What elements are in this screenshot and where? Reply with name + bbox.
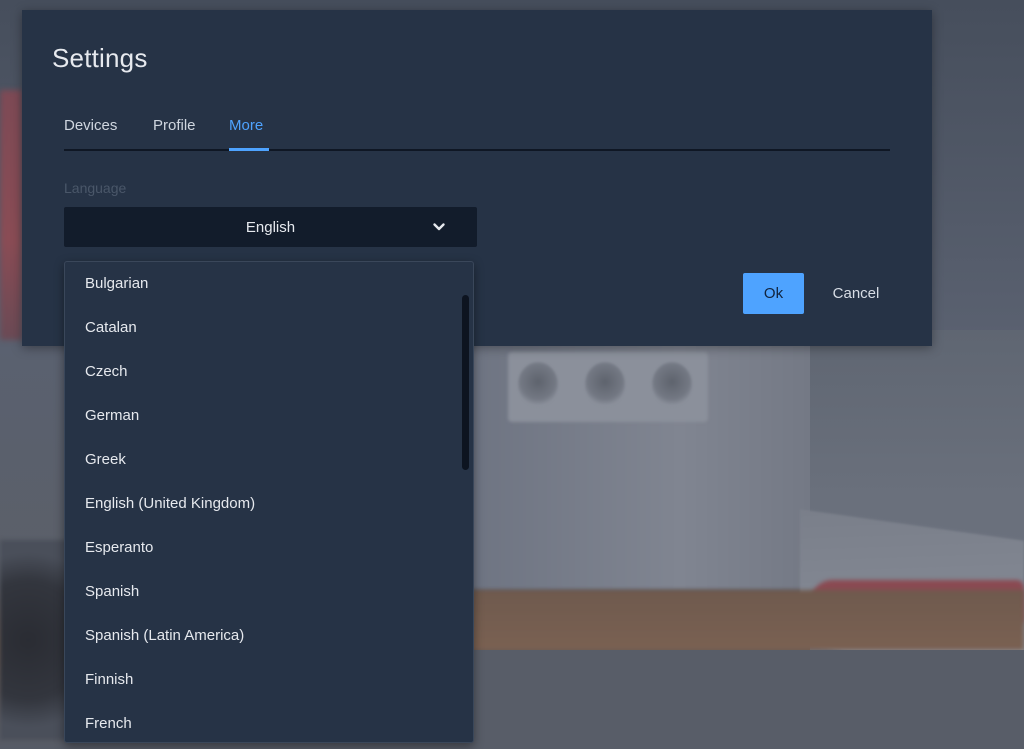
language-option-catalan[interactable]: Catalan <box>85 306 445 350</box>
background-blur-left <box>0 90 22 340</box>
language-option-esperanto[interactable]: Esperanto <box>85 526 445 570</box>
tab-more[interactable]: More <box>229 117 263 143</box>
language-option-bulgarian[interactable]: Bulgarian <box>85 262 445 306</box>
active-tab-indicator <box>229 148 269 151</box>
language-option-english-uk[interactable]: English (United Kingdom) <box>85 482 445 526</box>
background-outlet <box>518 362 558 406</box>
ok-button[interactable]: Ok <box>743 273 804 314</box>
language-option-spanish[interactable]: Spanish <box>85 570 445 614</box>
language-dropdown-list[interactable]: Bulgarian Catalan Czech German Greek Eng… <box>64 261 474 743</box>
background-outlet <box>652 362 692 406</box>
dialog-title: Settings <box>52 43 148 73</box>
settings-tabs: Devices Profile More <box>64 115 890 151</box>
cancel-button[interactable]: Cancel <box>826 273 886 314</box>
language-option-greek[interactable]: Greek <box>85 438 445 482</box>
background-floor <box>470 650 1024 749</box>
language-option-german[interactable]: German <box>85 394 445 438</box>
language-option-czech[interactable]: Czech <box>85 350 445 394</box>
background-outlet <box>585 362 625 406</box>
language-option-french[interactable]: French <box>85 702 445 742</box>
language-selected-value: English <box>245 218 296 236</box>
video-background: Settings Devices Profile More Language E… <box>0 0 1024 749</box>
language-option-spanish-latam[interactable]: Spanish (Latin America) <box>85 614 445 658</box>
language-label: Language <box>64 180 127 196</box>
language-select[interactable]: English <box>64 207 477 247</box>
tab-profile[interactable]: Profile <box>153 117 196 143</box>
tab-devices[interactable]: Devices <box>64 117 117 143</box>
language-option-finnish[interactable]: Finnish <box>85 658 445 702</box>
chevron-down-icon <box>433 223 445 231</box>
dropdown-scrollbar[interactable] <box>462 295 469 470</box>
background-table <box>470 590 1024 650</box>
background-blur-dark-object <box>0 540 70 740</box>
